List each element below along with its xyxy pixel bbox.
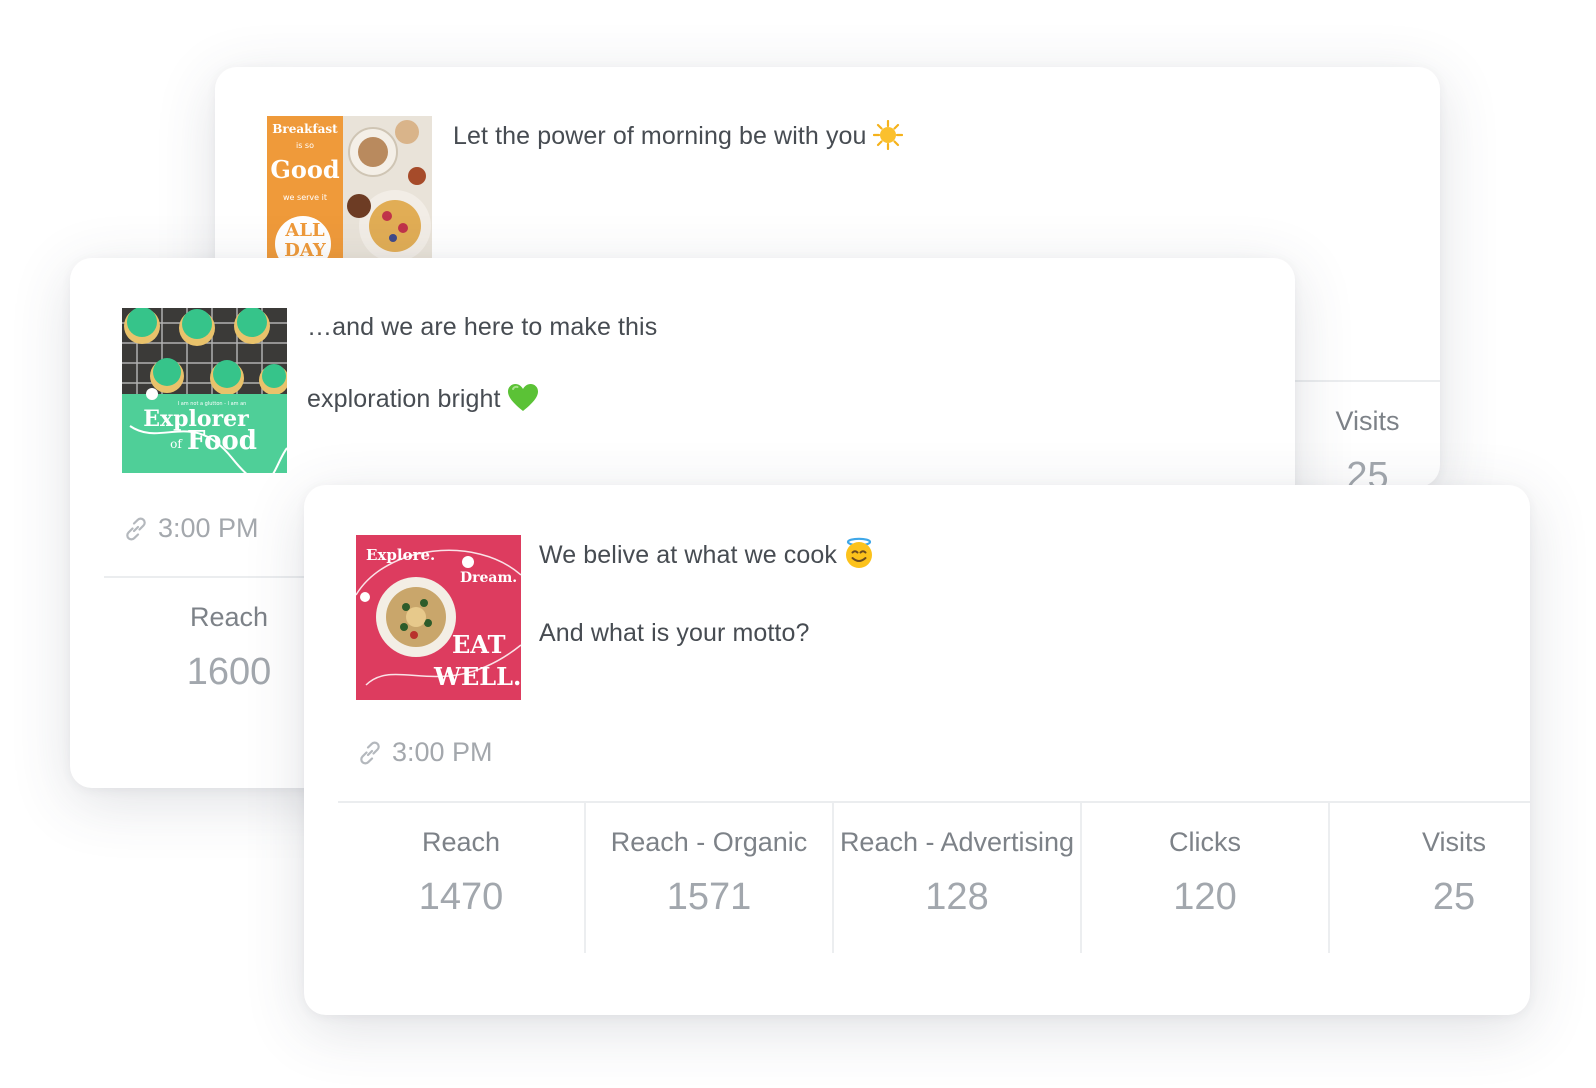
thumb-breakfast-line6: DAY: [284, 240, 327, 258]
metric-label: Reach: [421, 827, 501, 857]
metrics-row: Reach 1470 Reach - Organic 1571 Reach - …: [338, 803, 1530, 953]
post-text-line: And what is your motto?: [539, 619, 810, 647]
metric-label: Clicks: [1169, 827, 1241, 857]
link-icon[interactable]: [356, 739, 384, 767]
thumb-breakfast-line2: is so: [296, 141, 314, 150]
post-text-line: …and we are here to make this: [307, 313, 658, 341]
metric-reach: Reach 1470: [338, 803, 586, 953]
metric-label: Visits: [1421, 827, 1487, 857]
post-text-explorer: …and we are here to make this exploratio…: [307, 309, 657, 423]
metric-visits: Visits 25: [1330, 803, 1530, 953]
thumb-eatwell-line4: WELL.: [433, 662, 521, 691]
green-heart-emoji-icon: [507, 383, 539, 423]
metric-value: 128: [925, 876, 989, 918]
smiling-face-with-halo-emoji-icon: [843, 537, 875, 579]
post-text-line: exploration bright: [307, 381, 657, 423]
post-thumbnail-breakfast[interactable]: Breakfast is so Good we serve it ALL DAY: [267, 116, 432, 258]
metric-reach-advertising: Reach - Advertising 128: [834, 803, 1082, 953]
metric-label: Reach - Organic: [610, 827, 808, 857]
thumb-breakfast-line5: ALL: [284, 220, 325, 241]
metric-value: 25: [1346, 455, 1389, 487]
post-text-line: We belive at what we cook: [539, 537, 875, 579]
sun-emoji-icon: [872, 119, 903, 160]
metric-label: Reach - Advertising: [839, 827, 1075, 857]
metric-visits: Visits 25: [1295, 382, 1440, 487]
post-thumbnail-eatwell[interactable]: Explore. Dream. EAT WELL.: [356, 535, 521, 700]
metric-value: 1571: [666, 876, 752, 918]
post-time-row: 3:00 PM: [122, 513, 259, 544]
metric-value: 120: [1173, 876, 1237, 918]
post-text-breakfast: Let the power of morning be with you: [453, 118, 903, 160]
thumb-breakfast-line4: we serve it: [283, 193, 327, 202]
thumb-eatwell-line2: Dream.: [460, 570, 517, 586]
metric-value: 25: [1432, 876, 1476, 918]
post-thumbnail-explorer[interactable]: I am not a glutton - I am an Explorer of…: [122, 308, 287, 473]
link-icon[interactable]: [122, 515, 150, 543]
post-text-line-content: Let the power of morning be with you: [453, 122, 867, 150]
thumb-breakfast-line1: Breakfast: [272, 122, 338, 136]
post-text-line-content: We belive at what we cook: [539, 541, 838, 569]
metric-clicks: Clicks 120: [1082, 803, 1330, 953]
thumb-explorer-line3: Food: [187, 426, 257, 456]
thumb-breakfast-line3: Good: [270, 155, 340, 184]
post-text-line-content: exploration bright: [307, 385, 501, 413]
post-analytics-stage: Breakfast is so Good we serve it ALL DAY…: [0, 0, 1596, 1088]
post-card-eatwell[interactable]: Explore. Dream. EAT WELL. We belive at w…: [304, 485, 1530, 1015]
thumb-eatwell-line3: EAT: [452, 630, 506, 659]
post-text-eatwell: We belive at what we cook And what is yo…: [539, 537, 875, 651]
post-time-row: 3:00 PM: [356, 737, 493, 768]
metrics-row: Visits 25: [1295, 382, 1440, 487]
post-time: 3:00 PM: [392, 737, 493, 767]
metric-reach-organic: Reach - Organic 1571: [586, 803, 834, 953]
post-time: 3:00 PM: [158, 513, 259, 543]
metric-value: 1470: [418, 876, 504, 918]
thumb-explorer-line2: of: [170, 437, 183, 451]
thumb-eatwell-line1: Explore.: [366, 546, 435, 564]
metric-label: Visits: [1335, 406, 1400, 436]
post-text-line: Let the power of morning be with you: [453, 118, 903, 160]
